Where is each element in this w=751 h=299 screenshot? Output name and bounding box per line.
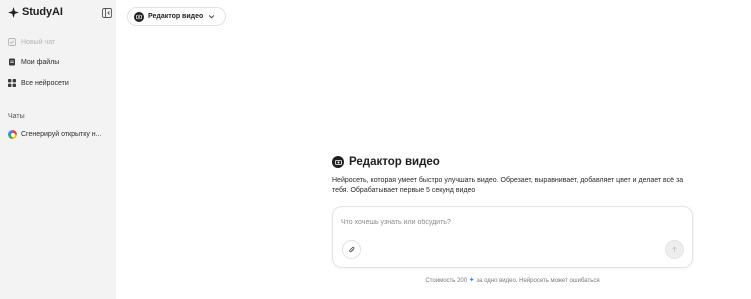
model-select-dropdown[interactable]: Редактор видео [127,7,226,26]
video-editor-icon [134,11,144,22]
paperclip-icon [348,246,354,252]
google-color-icon [8,130,17,139]
intro-title-row: Редактор видео [332,156,694,168]
sidebar-item-label: Новый чат [21,38,56,46]
sidebar-item-all-networks[interactable]: Все нейросети [8,79,69,87]
send-button[interactable] [665,240,684,259]
sidebar-item-label: Все нейросети [21,79,69,87]
sidebar-collapse-icon[interactable] [102,8,112,18]
intro-description: Нейросеть, которая умеет быстро улучшать… [332,177,684,194]
logo[interactable]: StudyAI [8,6,63,18]
sidebar: StudyAI Новый чат Мои файлы Все нейросет… [0,0,116,299]
video-editor-icon [332,156,344,168]
chevron-down-icon [209,15,215,19]
chat-list-item[interactable]: Сгенерируй открытку н... [8,130,102,139]
cost-text-after: за одно видео. Нейросеть может ошибаться [476,278,600,284]
arrow-up-icon [672,246,677,252]
chat-item-label: Сгенерируй открытку н... [21,131,102,138]
attach-button[interactable] [342,240,361,259]
cost-footnote: Стоимость 200 ✦ за одно видео. Нейросеть… [332,276,693,284]
intro-panel: Редактор видео Нейросеть, которая умеет … [332,156,694,196]
cost-text-before: Стоимость 200 [425,278,468,284]
sidebar-item-my-files[interactable]: Мои файлы [8,58,59,66]
sidebar-item-new-chat[interactable]: Новый чат [8,38,55,46]
spark-currency-icon: ✦ [468,277,475,284]
grid-icon [8,79,16,87]
model-select-label: Редактор видео [148,13,204,20]
message-composer [332,206,693,268]
chats-section-label: Чаты [8,113,25,120]
logo-text: StudyAI [22,6,63,18]
message-input[interactable] [341,215,671,229]
file-icon [9,58,15,66]
sparkle-logo-icon [8,6,19,18]
new-chat-icon [8,38,16,46]
sidebar-item-label: Мои файлы [21,58,60,66]
intro-title: Редактор видео [349,156,440,168]
